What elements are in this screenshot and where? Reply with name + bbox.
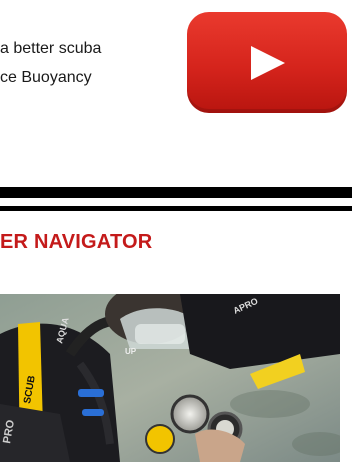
section-heading: ER NAVIGATOR bbox=[0, 231, 153, 253]
intro-text: a better scuba ce Buoyancy bbox=[0, 34, 190, 92]
play-triangle-icon bbox=[251, 45, 285, 80]
intro-line-2: ce Buoyancy bbox=[0, 69, 92, 86]
section-divider-thin bbox=[0, 206, 352, 211]
section-divider-thick bbox=[0, 187, 352, 198]
gauge-brand-label: UP bbox=[125, 347, 137, 356]
diver-photo: SCUB AQUA APRO PRO UP bbox=[0, 294, 340, 462]
intro-line-1: a better scuba bbox=[0, 40, 102, 57]
diver-illustration: SCUB AQUA APRO PRO UP bbox=[0, 294, 340, 462]
youtube-play-button[interactable] bbox=[187, 12, 347, 113]
